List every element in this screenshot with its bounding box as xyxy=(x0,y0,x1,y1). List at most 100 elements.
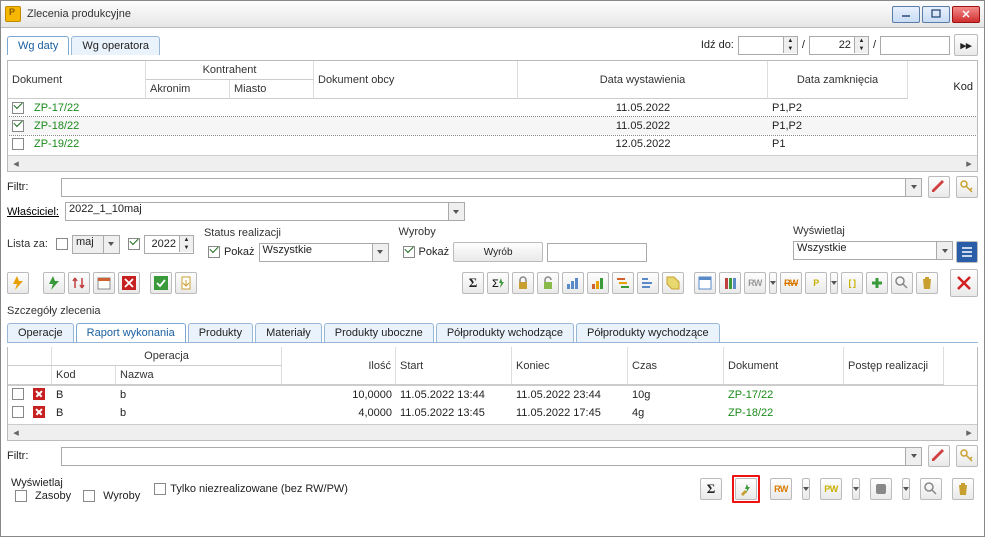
row-checkbox[interactable] xyxy=(12,102,24,114)
row-checkbox[interactable] xyxy=(12,120,24,132)
col-dokobcy[interactable]: Dokument obcy xyxy=(314,61,518,99)
sigma2-icon[interactable]: Σ xyxy=(700,478,722,500)
detail-tab[interactable]: Półprodukty wchodzące xyxy=(436,323,574,342)
unlock-icon[interactable] xyxy=(537,272,559,294)
h-scrollbar[interactable]: ◂▸ xyxy=(8,155,977,171)
search2-button[interactable] xyxy=(920,478,942,500)
chart2-icon[interactable] xyxy=(587,272,609,294)
highlighted-action-button[interactable] xyxy=(735,478,757,500)
doc-link[interactable]: ZP-18/22 xyxy=(724,407,844,419)
dcol-koniec[interactable]: Koniec xyxy=(512,347,628,385)
details-h-scrollbar[interactable]: ◂▸ xyxy=(8,424,977,440)
search-button[interactable] xyxy=(891,272,913,294)
minimize-button[interactable] xyxy=(892,6,920,23)
tab-by-operator[interactable]: Wg operatora xyxy=(71,36,160,55)
rw-gray-button[interactable]: RW xyxy=(744,272,766,294)
wyroby-checkbox[interactable] xyxy=(83,490,95,502)
dcol-ilosc[interactable]: Ilość xyxy=(282,347,396,385)
close-button[interactable] xyxy=(952,6,980,23)
chart1-icon[interactable] xyxy=(562,272,584,294)
filter-edit-icon[interactable] xyxy=(928,176,950,198)
gray-square-button[interactable] xyxy=(870,478,892,500)
pw-dd[interactable] xyxy=(852,478,860,500)
delete2-button[interactable] xyxy=(952,478,974,500)
detail-row[interactable]: B b 4,0000 11.05.2022 13:45 11.05.2022 1… xyxy=(8,404,977,422)
zasoby-checkbox[interactable] xyxy=(15,490,27,502)
dcol-kod[interactable]: Kod xyxy=(52,366,116,385)
col-miasto[interactable]: Miasto xyxy=(230,80,314,99)
rw-dd[interactable] xyxy=(769,272,777,294)
drow-checkbox[interactable] xyxy=(12,406,24,418)
gantt1-icon[interactable] xyxy=(612,272,634,294)
detail-tab[interactable]: Produkty uboczne xyxy=(324,323,434,342)
lightning-green-icon[interactable] xyxy=(43,272,65,294)
col-akronim[interactable]: Akronim xyxy=(146,80,230,99)
sigma-lightning-icon[interactable]: Σ xyxy=(487,272,509,294)
close-red-icon[interactable] xyxy=(118,272,140,294)
year-checkbox[interactable] xyxy=(128,238,140,250)
table-row[interactable]: ZP-18/22 11.05.2022 P1,P2 xyxy=(8,117,977,135)
col-dokument[interactable]: Dokument xyxy=(8,61,146,99)
month-checkbox[interactable] xyxy=(56,238,68,250)
owner-combo[interactable]: 2022_1_10maj xyxy=(65,202,465,221)
goto-field1[interactable]: ▲▼ xyxy=(738,36,798,55)
detail-tab[interactable]: Raport wykonania xyxy=(76,323,186,342)
delete-button[interactable] xyxy=(916,272,938,294)
p-dd[interactable] xyxy=(830,272,838,294)
accept-green-icon[interactable] xyxy=(150,272,172,294)
dcol-operacja[interactable]: Operacja xyxy=(52,347,282,366)
rw2-button[interactable]: RW xyxy=(770,478,792,500)
filter2-edit-icon[interactable] xyxy=(928,445,950,467)
col-datawyst[interactable]: Data wystawienia xyxy=(518,61,768,99)
detail-tab[interactable]: Materiały xyxy=(255,323,322,342)
filter-combo[interactable] xyxy=(61,178,922,197)
cancel-x-button[interactable] xyxy=(950,269,978,297)
table-row[interactable]: ZP-17/22 11.05.2022 P1,P2 xyxy=(8,99,977,117)
doc-link[interactable]: ZP-19/22 xyxy=(30,138,146,150)
wyswietlaj-combo[interactable]: Wszystkie xyxy=(793,241,953,260)
goto-go-button[interactable]: ▸▸ xyxy=(954,34,978,56)
goto-field3[interactable] xyxy=(880,36,950,55)
col-kod[interactable]: Kod xyxy=(953,81,973,93)
dcol-start[interactable]: Start xyxy=(396,347,512,385)
detail-tab[interactable]: Produkty xyxy=(188,323,253,342)
status-show-checkbox[interactable] xyxy=(208,246,220,258)
filter-key-icon[interactable] xyxy=(956,176,978,198)
gantt2-icon[interactable] xyxy=(637,272,659,294)
export-icon[interactable] xyxy=(175,272,197,294)
dcol-dokument[interactable]: Dokument xyxy=(724,347,844,385)
pw-button[interactable]: PW xyxy=(820,478,842,500)
drow-checkbox[interactable] xyxy=(12,388,24,400)
filter2-key-icon[interactable] xyxy=(956,445,978,467)
dcol-nazwa[interactable]: Nazwa xyxy=(116,366,282,385)
calendar-icon[interactable] xyxy=(93,272,115,294)
year-spin[interactable]: ▲▼ xyxy=(144,235,194,254)
dcol-postep[interactable]: Postęp realizacji xyxy=(844,347,944,385)
month-combo[interactable]: maj xyxy=(72,235,120,254)
wyrob-input[interactable] xyxy=(547,243,647,262)
p-button[interactable]: P xyxy=(805,272,827,294)
lightning-icon[interactable] xyxy=(7,272,29,294)
doc-link[interactable]: ZP-17/22 xyxy=(724,389,844,401)
view-toggle-icon[interactable] xyxy=(956,241,978,263)
col-kontrahent[interactable]: Kontrahent xyxy=(146,61,314,80)
lock-icon[interactable] xyxy=(512,272,534,294)
owner-label[interactable]: Właściciel: xyxy=(7,206,59,218)
tab-by-date[interactable]: Wg daty xyxy=(7,36,69,55)
table-row[interactable]: ZP-19/22 12.05.2022 P1 xyxy=(8,135,977,153)
goto-field2[interactable]: ▲▼ xyxy=(809,36,869,55)
filter2-combo[interactable] xyxy=(61,447,922,466)
sigma-icon[interactable]: Σ xyxy=(462,272,484,294)
doc-link[interactable]: ZP-17/22 xyxy=(30,102,146,114)
rw-strike-button[interactable]: RW xyxy=(780,272,802,294)
detail-row[interactable]: B b 10,0000 11.05.2022 13:44 11.05.2022 … xyxy=(8,386,977,404)
add-button[interactable] xyxy=(866,272,888,294)
wyroby-show-checkbox[interactable] xyxy=(403,246,415,258)
wyrob-button[interactable]: Wyrób xyxy=(453,242,543,262)
col-datazamk[interactable]: Data zamknięcia xyxy=(768,61,908,99)
tag-icon[interactable] xyxy=(662,272,684,294)
gray-dd[interactable] xyxy=(902,478,910,500)
row-checkbox[interactable] xyxy=(12,138,24,150)
pw-bracket-button[interactable]: [ ] xyxy=(841,272,863,294)
doc-link[interactable]: ZP-18/22 xyxy=(30,120,146,132)
